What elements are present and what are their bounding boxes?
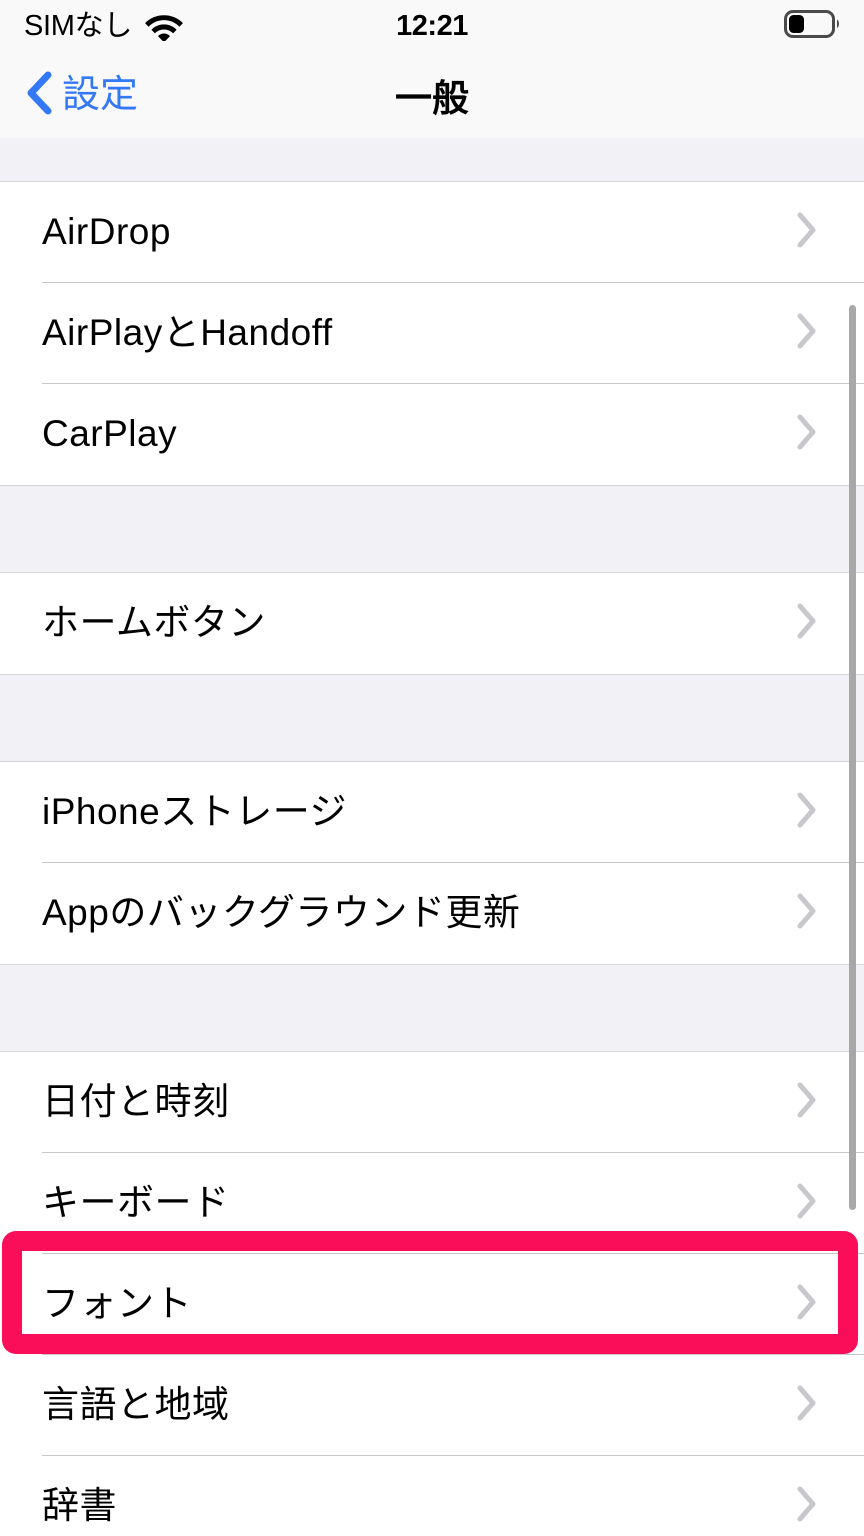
settings-row-airdrop[interactable]: AirDrop: [0, 182, 864, 283]
settings-row-keyboard[interactable]: キーボード: [0, 1153, 864, 1254]
settings-row-label: キーボード: [42, 1182, 230, 1224]
settings-row-home-button[interactable]: ホームボタン: [0, 573, 864, 674]
settings-group-home-button: ホームボタン: [0, 573, 864, 674]
settings-row-label: 辞書: [42, 1485, 117, 1527]
chevron-right-icon: [796, 1384, 818, 1427]
settings-row-dictionary[interactable]: 辞書: [0, 1456, 864, 1536]
settings-row-label: iPhoneストレージ: [42, 791, 347, 833]
settings-row-background-app-refresh[interactable]: Appのバックグラウンド更新: [0, 863, 864, 964]
battery-icon: [784, 9, 842, 43]
chevron-right-icon: [796, 602, 818, 645]
status-bar-right: [784, 9, 842, 43]
section-gap: [0, 964, 864, 1052]
chevron-right-icon: [796, 1283, 818, 1326]
clock-label: 12:21: [396, 9, 468, 42]
scrollbar-thumb[interactable]: [849, 305, 856, 1210]
chevron-right-icon: [796, 312, 818, 355]
section-gap: [0, 138, 864, 182]
settings-row-label: 日付と時刻: [42, 1081, 230, 1123]
carrier-label: SIMなし: [24, 9, 133, 42]
iphone-settings-screen: SIMなし 12:21 設定 一般 AirDrop AirPlayとHandof…: [0, 0, 864, 1536]
settings-group-connectivity: AirDrop AirPlayとHandoff CarPlay: [0, 182, 864, 485]
status-bar: SIMなし 12:21: [0, 0, 864, 52]
settings-row-label: 言語と地域: [42, 1384, 230, 1426]
navigation-bar: 設定 一般: [0, 52, 864, 138]
settings-row-airplay-handoff[interactable]: AirPlayとHandoff: [0, 283, 864, 384]
chevron-right-icon: [796, 791, 818, 834]
settings-list[interactable]: AirDrop AirPlayとHandoff CarPlay ホームボタン i…: [0, 138, 864, 1536]
back-button[interactable]: 設定: [24, 69, 138, 122]
chevron-right-icon: [796, 1485, 818, 1528]
wifi-icon: [144, 11, 184, 41]
chevron-right-icon: [796, 1081, 818, 1124]
settings-row-iphone-storage[interactable]: iPhoneストレージ: [0, 762, 864, 863]
settings-group-system: 日付と時刻 キーボード フォント 言語と地域 辞書: [0, 1052, 864, 1536]
settings-row-date-and-time[interactable]: 日付と時刻: [0, 1052, 864, 1153]
settings-row-carplay[interactable]: CarPlay: [0, 384, 864, 485]
chevron-right-icon: [796, 892, 818, 935]
back-button-label: 設定: [62, 74, 139, 116]
settings-group-storage: iPhoneストレージ Appのバックグラウンド更新: [0, 762, 864, 964]
settings-row-fonts[interactable]: フォント: [0, 1254, 864, 1355]
page-title: 一般: [395, 78, 469, 119]
settings-row-language-and-region[interactable]: 言語と地域: [0, 1355, 864, 1456]
settings-row-label: ホームボタン: [42, 602, 266, 644]
chevron-right-icon: [796, 413, 818, 456]
status-bar-left: SIMなし: [24, 11, 184, 41]
section-gap: [0, 674, 864, 762]
section-gap: [0, 485, 864, 573]
settings-row-label: CarPlay: [42, 413, 178, 455]
settings-row-label: フォント: [42, 1283, 192, 1325]
chevron-right-icon: [796, 211, 818, 254]
settings-row-label: AirPlayとHandoff: [42, 312, 333, 354]
settings-row-label: Appのバックグラウンド更新: [42, 892, 521, 934]
chevron-left-icon: [24, 69, 56, 122]
settings-row-label: AirDrop: [42, 211, 171, 253]
chevron-right-icon: [796, 1182, 818, 1225]
